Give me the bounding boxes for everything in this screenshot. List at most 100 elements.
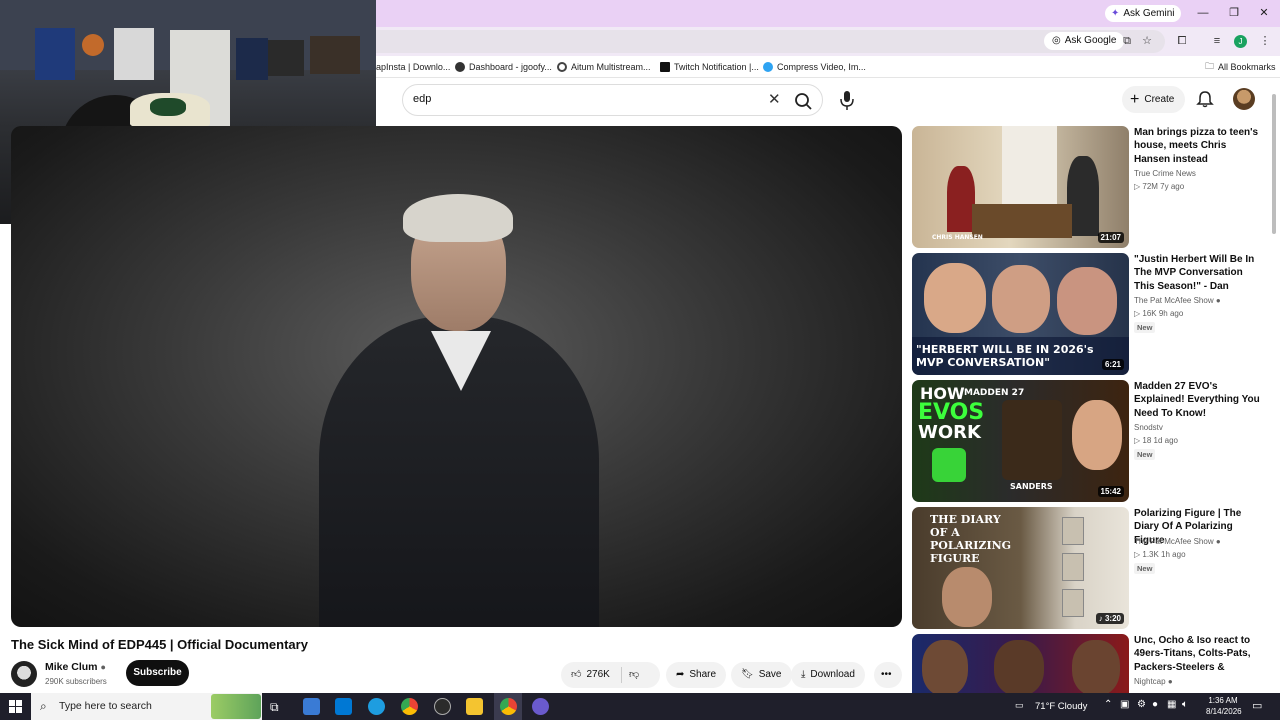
system-clock[interactable]: 1:36 AM 8/14/2026 (1206, 695, 1242, 717)
video-title[interactable]: Unc, Ocho & Iso react to 49ers-Titans, C… (1134, 634, 1262, 675)
browser-profile-avatar[interactable]: J (1234, 35, 1247, 48)
weather-widget[interactable]: 71°F Cloudy (1035, 701, 1087, 712)
share-button[interactable]: ➦ Share (666, 662, 727, 688)
scrollbar-thumb[interactable] (1272, 94, 1276, 234)
thumb-photo (1062, 553, 1084, 581)
bookmark-item[interactable]: Twitch Notification |... (660, 60, 759, 74)
thumb-evo-badge (932, 448, 966, 482)
windows-start-icon[interactable] (9, 700, 22, 713)
channel-name[interactable]: The Pat McAfee Show ● (1134, 537, 1221, 546)
restore-icon[interactable]: ❐ (1224, 4, 1244, 22)
aitum-favicon-icon (557, 62, 567, 72)
video-meta: ▷ 72M 7y ago (1134, 182, 1185, 191)
bookmark-item[interactable]: Aitum Multistream... (557, 60, 651, 74)
chrome-icon[interactable] (401, 698, 418, 715)
bookmark-star-icon[interactable]: ☆ (1140, 34, 1154, 48)
recommendation-item[interactable]: "HERBERT WILL BE IN 2026's MVP CONVERSAT… (912, 253, 1262, 375)
create-label: Create (1144, 94, 1175, 105)
volume-icon[interactable]: 🔈︎ (1182, 699, 1188, 710)
notifications-icon[interactable]: ▭ (1252, 699, 1262, 712)
framed-jersey (268, 40, 304, 76)
video-title[interactable]: "Justin Herbert Will Be In The MVP Conve… (1134, 253, 1262, 294)
video-meta: ▷ 16K 9h ago (1134, 309, 1184, 318)
extensions-icon[interactable]: ⧠ (1175, 34, 1189, 48)
tray-app-icon[interactable]: ⚙ (1137, 699, 1146, 710)
channel-name[interactable]: Mike Clum ● (45, 661, 106, 673)
like-button[interactable]: 👍︎ 276K (571, 662, 610, 688)
video-title[interactable]: Madden 27 EVO's Explained! Everything Yo… (1134, 380, 1262, 420)
video-thumbnail[interactable]: THE DIARY OF A POLARIZING FIGURE ♪ 3:20 (912, 507, 1129, 629)
create-button[interactable]: + Create (1122, 86, 1185, 113)
more-actions-button[interactable]: ••• (874, 662, 902, 688)
video-title: The Sick Mind of EDP445 | Official Docum… (11, 637, 308, 652)
page-scrollbar[interactable] (1270, 86, 1278, 692)
taskbar-search-input[interactable]: ⌕ Type here to search (31, 693, 262, 720)
video-thumbnail[interactable]: HOW MADDEN 27 EVOS WORK SANDERS 15:42 (912, 380, 1129, 502)
edge-icon[interactable] (368, 698, 385, 715)
active-chrome-taskbar-button[interactable] (494, 693, 522, 720)
all-bookmarks-button[interactable]: 🗀 All Bookmarks (1205, 60, 1276, 74)
verified-icon: ● (1215, 296, 1221, 305)
bookmark-item[interactable]: Compress Video, Im... (763, 60, 866, 74)
divider (621, 667, 622, 683)
save-button[interactable]: 🔖︎ Save (731, 662, 792, 688)
microphone-icon[interactable] (834, 85, 860, 115)
search-highlight-image (211, 694, 261, 719)
recommendation-item[interactable]: Unc, Ocho & Iso react to 49ers-Titans, C… (912, 634, 1262, 693)
ask-gemini-label: Ask Gemini (1123, 8, 1175, 19)
video-meta: ▷ 18 1d ago (1134, 436, 1178, 445)
weather-icon[interactable]: ▭ (1015, 700, 1024, 711)
channel-name[interactable]: The Pat McAfee Show ● (1134, 296, 1221, 305)
app-icon[interactable] (532, 698, 549, 715)
video-duration: 21:07 (1097, 232, 1124, 243)
bookmark-item[interactable]: Dashboard - jgoofy... (455, 60, 552, 74)
account-avatar[interactable] (1233, 88, 1255, 110)
clear-search-icon[interactable]: ✕ (768, 90, 781, 108)
search-input[interactable]: edp ✕ (402, 84, 823, 116)
minimize-icon[interactable]: — (1193, 4, 1213, 22)
microphone-tray-icon[interactable]: ● (1152, 699, 1158, 710)
search-icon[interactable] (793, 91, 815, 111)
obs-icon[interactable] (434, 698, 451, 715)
file-explorer-icon[interactable] (466, 698, 483, 715)
thumb-face (1072, 400, 1122, 470)
browser-menu-icon[interactable]: ⋮ (1258, 34, 1272, 48)
video-thumbnail[interactable] (912, 634, 1129, 693)
download-button[interactable]: ⤓ Download (791, 662, 865, 688)
thumb-face (1057, 267, 1117, 335)
new-badge: New (1134, 563, 1156, 574)
subscribe-button[interactable]: Subscribe (126, 660, 189, 686)
google-lens-icon: ◎ (1052, 35, 1061, 46)
recommendation-item[interactable]: CHRIS HANSEN 21:07 Man brings pizza to t… (912, 126, 1262, 248)
bookmark-item[interactable]: apInsta | Downlo... (376, 60, 450, 74)
subject-hair (403, 194, 513, 242)
video-thumbnail[interactable]: CHRIS HANSEN 21:07 (912, 126, 1129, 248)
close-window-icon[interactable]: ✕ (1254, 4, 1274, 22)
tray-overflow-icon[interactable]: ⌃ (1104, 699, 1112, 710)
notifications-bell-icon[interactable] (1196, 90, 1214, 108)
media-controls-icon[interactable]: ≡ (1210, 34, 1224, 48)
cloud-favicon-icon (763, 62, 773, 72)
video-player[interactable] (11, 126, 902, 627)
task-view-icon[interactable]: ⧉ (270, 698, 287, 715)
video-title[interactable]: Man brings pizza to teen's house, meets … (1134, 126, 1262, 166)
network-icon[interactable]: ▦ (1167, 699, 1176, 710)
ask-gemini-button[interactable]: ✦ Ask Gemini (1105, 5, 1181, 22)
channel-name[interactable]: Snodstv (1134, 423, 1163, 432)
verified-icon: ● (1215, 537, 1221, 546)
thumb-face (992, 265, 1050, 333)
video-thumbnail[interactable]: "HERBERT WILL BE IN 2026's MVP CONVERSAT… (912, 253, 1129, 375)
cast-icon[interactable]: ⧉ (1120, 34, 1134, 48)
thumb-face (994, 640, 1044, 693)
recommendation-item[interactable]: THE DIARY OF A POLARIZING FIGURE ♪ 3:20 … (912, 507, 1262, 629)
channel-avatar[interactable] (11, 661, 37, 687)
ask-google-button[interactable]: ◎ Ask Google (1044, 32, 1125, 50)
tray-app-icon[interactable]: ▣ (1120, 699, 1129, 710)
dislike-button[interactable]: 👎︎ (629, 662, 639, 688)
channel-name[interactable]: True Crime News (1134, 169, 1196, 178)
microsoft-store-icon[interactable] (335, 698, 352, 715)
channel-name[interactable]: Nightcap ● (1134, 677, 1173, 686)
like-count: 276K (586, 669, 610, 680)
recommendation-item[interactable]: HOW MADDEN 27 EVOS WORK SANDERS 15:42 Ma… (912, 380, 1262, 502)
outlook-icon[interactable] (303, 698, 320, 715)
